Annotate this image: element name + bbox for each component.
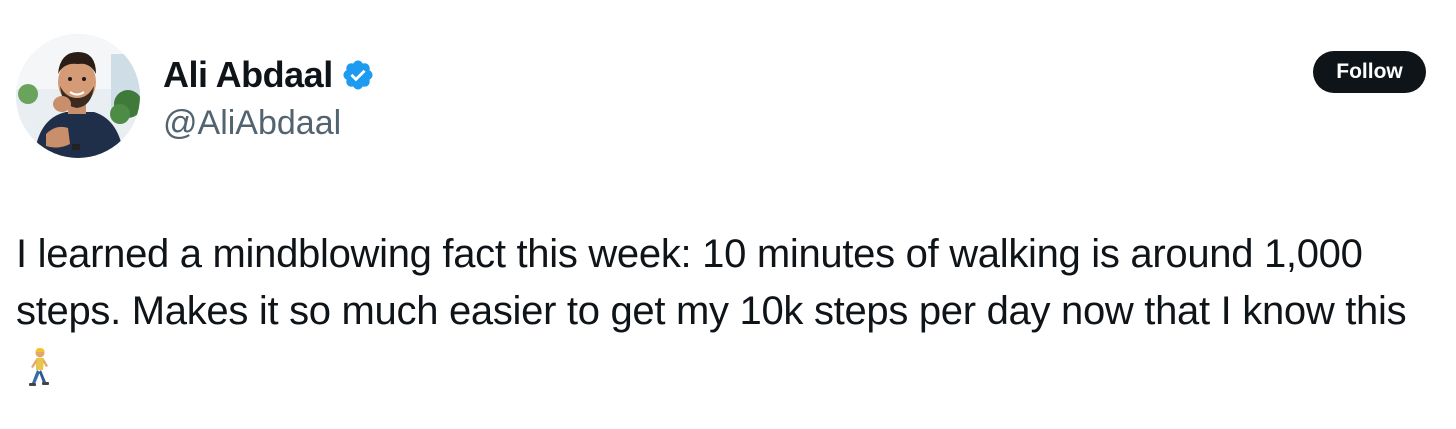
tweet-body: I learned a mindblowing fact this week: …: [16, 232, 1407, 333]
display-name[interactable]: Ali Abdaal: [163, 52, 333, 98]
user-name-row: Ali Abdaal: [163, 52, 375, 98]
verified-badge-icon: [341, 58, 375, 92]
profile-photo-icon: [16, 34, 140, 158]
avatar[interactable]: [16, 34, 140, 158]
follow-button[interactable]: Follow: [1313, 51, 1426, 93]
person-walking-icon: [24, 346, 54, 403]
tweet-card: Ali Abdaal @AliAbdaal Follow I learned a…: [0, 0, 1456, 429]
tweet-text: I learned a mindblowing fact this week: …: [16, 226, 1441, 403]
user-handle[interactable]: @AliAbdaal: [163, 101, 341, 145]
